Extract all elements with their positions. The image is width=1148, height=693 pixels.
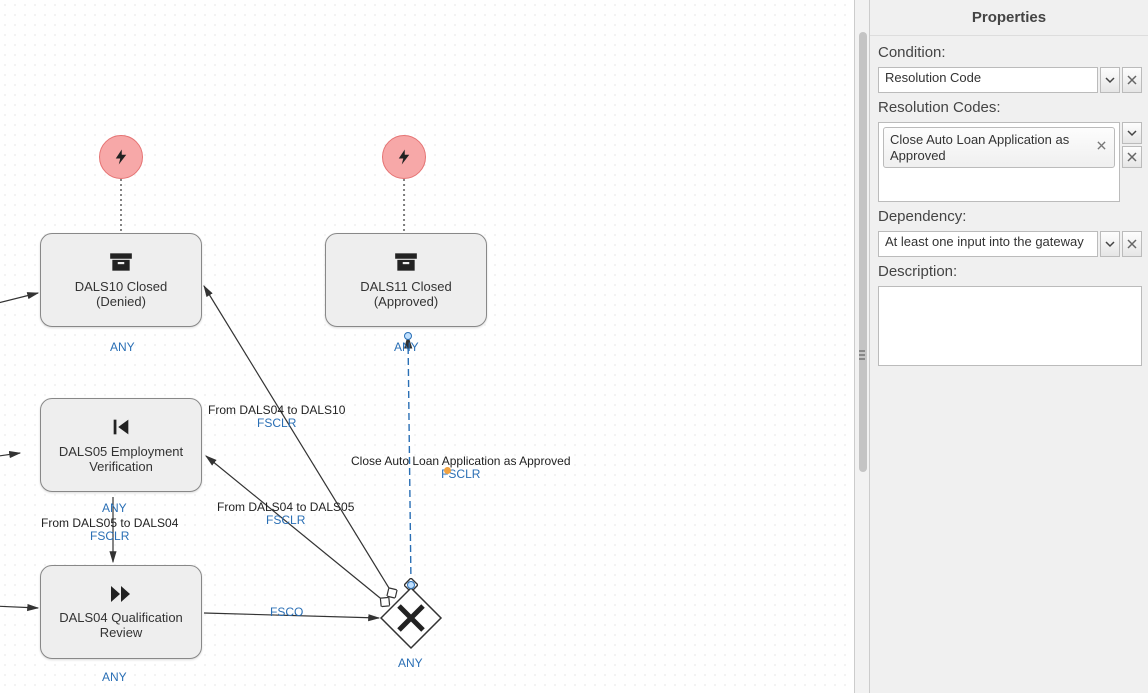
edge-label-dals04-dals10[interactable]: From DALS04 to DALS10 FSCLR [208, 404, 345, 430]
node-label: DALS05 Employment [59, 445, 183, 460]
panel-body: Condition: Resolution Code Resolution Co… [870, 36, 1148, 374]
scroll-thumb[interactable] [859, 32, 867, 472]
resolution-codes-side-buttons [1122, 122, 1142, 168]
app-root: DALS10 Closed (Denied) ANY DALS11 Closed… [0, 0, 1148, 693]
dependency-input[interactable]: At least one input into the gateway [878, 231, 1098, 257]
properties-panel: Properties Condition: Resolution Code Re… [870, 0, 1148, 693]
chevron-down-icon [1127, 128, 1137, 138]
exclusive-gateway[interactable] [379, 586, 443, 650]
gateway-any-label: ANY [398, 656, 423, 670]
dependency-label: Dependency: [878, 208, 1142, 225]
node-label: Verification [89, 460, 153, 475]
condition-row: Resolution Code [878, 67, 1142, 93]
dependency-clear-button[interactable] [1122, 231, 1142, 257]
lightning-icon [395, 148, 413, 166]
description-input[interactable] [878, 286, 1142, 366]
splitter-grip-icon [859, 350, 865, 360]
node-label: (Denied) [96, 295, 146, 310]
node-label: DALS04 Qualification [59, 611, 183, 626]
chevron-down-icon [1105, 75, 1115, 85]
endpoint-top[interactable] [404, 332, 412, 340]
archive-icon [108, 251, 134, 276]
node-label: Review [100, 626, 143, 641]
edge-label-fsco[interactable]: FSCO [270, 606, 303, 619]
error-event-1[interactable] [99, 135, 143, 179]
edge-sub: FSCLR [217, 514, 354, 527]
node-any-label: ANY [394, 340, 419, 354]
node-dals04-qualification-review[interactable]: DALS04 Qualification Review [40, 565, 202, 659]
edge-label-dals04-dals05[interactable]: From DALS04 to DALS05 FSCLR [217, 501, 354, 527]
close-icon [1127, 75, 1137, 85]
condition-input[interactable]: Resolution Code [878, 67, 1098, 93]
node-any-label: ANY [102, 501, 127, 515]
diagram-canvas[interactable]: DALS10 Closed (Denied) ANY DALS11 Closed… [0, 0, 854, 693]
resolution-codes-label: Resolution Codes: [878, 99, 1142, 116]
archive-icon [393, 251, 419, 276]
dependency-row: At least one input into the gateway [878, 231, 1142, 257]
close-icon [1127, 152, 1137, 162]
resolution-codes-dropdown-button[interactable] [1122, 122, 1142, 144]
dependency-dropdown-button[interactable] [1100, 231, 1120, 257]
node-any-label: ANY [102, 670, 127, 684]
tag-text: Close Auto Loan Application as Approved [890, 132, 1095, 163]
endpoint-bottom[interactable] [407, 581, 415, 589]
node-dals10-closed-denied[interactable]: DALS10 Closed (Denied) [40, 233, 202, 327]
edge-sub: FSCLR [41, 530, 178, 543]
node-label: (Approved) [374, 295, 438, 310]
panel-splitter[interactable] [854, 0, 870, 693]
condition-dropdown-button[interactable] [1100, 67, 1120, 93]
lightning-icon [112, 148, 130, 166]
resolution-codes-row: Close Auto Loan Application as Approved [878, 122, 1142, 202]
description-label: Description: [878, 263, 1142, 280]
edge-label-close-approved[interactable]: Close Auto Loan Application as Approved … [351, 455, 571, 481]
tag-remove-button[interactable] [1095, 141, 1108, 154]
resolution-codes-clear-button[interactable] [1122, 146, 1142, 168]
edge-label-dals05-dals04[interactable]: From DALS05 to DALS04 FSCLR [41, 517, 178, 543]
chevron-down-icon [1105, 239, 1115, 249]
edge-waypoint[interactable] [444, 467, 451, 474]
edge-sub: FSCLR [351, 468, 571, 481]
node-dals11-closed-approved[interactable]: DALS11 Closed (Approved) [325, 233, 487, 327]
node-dals05-employment-verification[interactable]: DALS05 Employment Verification [40, 398, 202, 492]
error-event-2[interactable] [382, 135, 426, 179]
edge-sub: FSCLR [208, 417, 345, 430]
node-label: DALS10 Closed [75, 280, 168, 295]
node-label: DALS11 Closed [360, 280, 452, 295]
resolution-code-tag[interactable]: Close Auto Loan Application as Approved [883, 127, 1115, 168]
condition-label: Condition: [878, 44, 1142, 61]
close-icon [1127, 239, 1137, 249]
fast-forward-icon [109, 584, 133, 607]
close-icon [1097, 141, 1106, 150]
condition-clear-button[interactable] [1122, 67, 1142, 93]
panel-title: Properties [870, 0, 1148, 36]
node-any-label: ANY [110, 340, 135, 354]
resolution-codes-box[interactable]: Close Auto Loan Application as Approved [878, 122, 1120, 202]
skip-back-icon [110, 416, 132, 441]
